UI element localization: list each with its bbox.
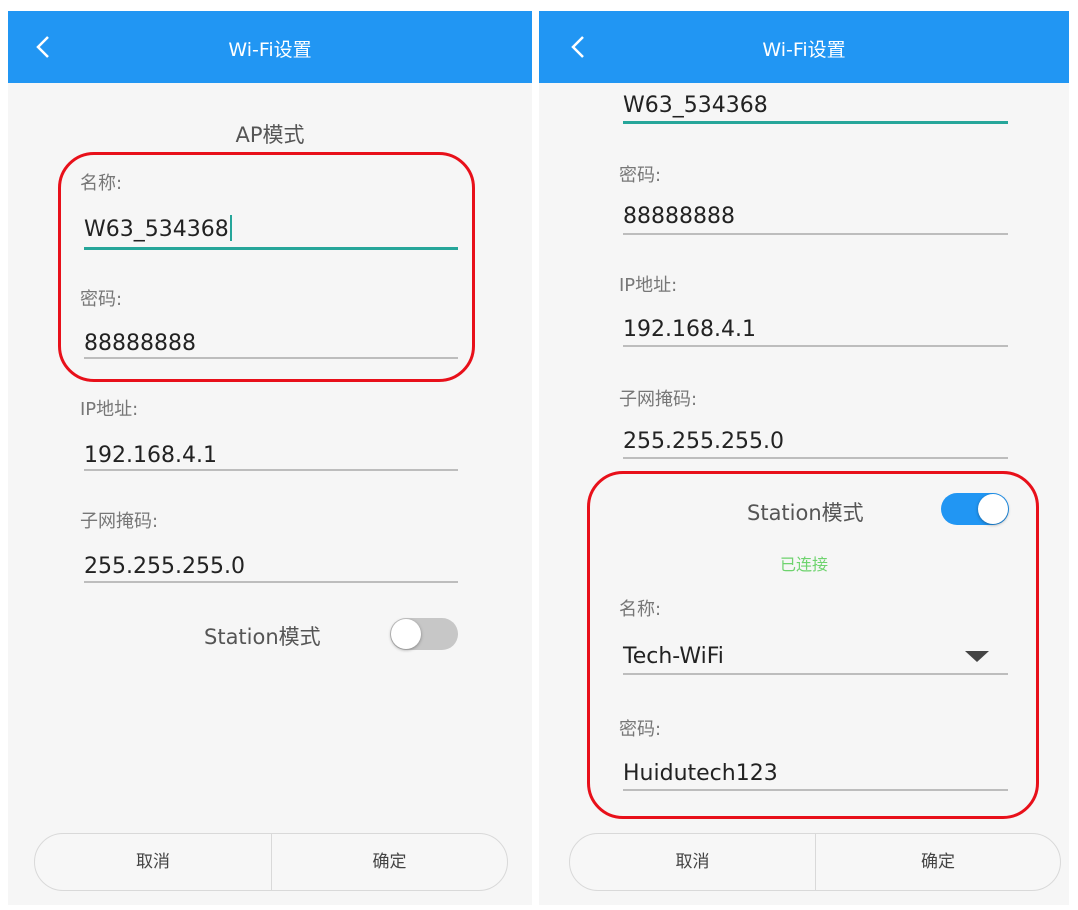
ip-label: IP地址: bbox=[619, 275, 678, 296]
station-password-value: Huidutech123 bbox=[623, 761, 778, 786]
password-label: 密码: bbox=[619, 165, 662, 186]
station-mode-label: Station模式 bbox=[747, 501, 864, 525]
subnet-underline bbox=[623, 457, 1008, 459]
subnet-label: 子网掩码: bbox=[619, 389, 698, 410]
ssid-underline bbox=[623, 673, 1008, 675]
password-underline bbox=[623, 233, 1008, 235]
password-label: 密码: bbox=[80, 289, 123, 310]
station-password-label: 密码: bbox=[619, 719, 662, 740]
subnet-underline bbox=[84, 581, 458, 583]
text-cursor bbox=[229, 215, 232, 241]
ap-mode-title: AP模式 bbox=[235, 123, 305, 147]
password-underline bbox=[84, 357, 458, 359]
station-name-label: 名称: bbox=[619, 599, 662, 620]
page-title: Wi-Fi设置 bbox=[228, 39, 312, 61]
subnet-value: 255.255.255.0 bbox=[84, 554, 245, 579]
ip-underline bbox=[623, 345, 1008, 347]
subnet-value: 255.255.255.0 bbox=[623, 429, 784, 454]
name-value: W63_534368 bbox=[623, 93, 768, 118]
action-bar: 取消 确定 bbox=[34, 833, 508, 891]
top-bar: Wi-Fi设置 bbox=[539, 11, 1069, 83]
page-title: Wi-Fi设置 bbox=[762, 39, 846, 61]
password-value: 88888888 bbox=[84, 331, 196, 356]
name-underline bbox=[623, 121, 1008, 124]
ip-value: 192.168.4.1 bbox=[84, 443, 217, 468]
cancel-button[interactable]: 取消 bbox=[570, 834, 815, 890]
toggle-knob bbox=[978, 494, 1008, 524]
confirm-button[interactable]: 确定 bbox=[272, 834, 507, 890]
password-value: 88888888 bbox=[623, 204, 735, 229]
name-value: W63_534368 bbox=[84, 217, 229, 242]
name-label: 名称: bbox=[80, 173, 123, 194]
confirm-button[interactable]: 确定 bbox=[816, 834, 1060, 890]
name-underline bbox=[84, 247, 458, 250]
action-bar: 取消 确定 bbox=[569, 833, 1061, 891]
ip-label: IP地址: bbox=[80, 399, 139, 420]
right-screen: W63_534368 Wi-Fi设置 密码: 88888888 IP地址: 19… bbox=[539, 11, 1069, 905]
station-mode-toggle[interactable] bbox=[390, 618, 458, 650]
station-mode-toggle[interactable] bbox=[941, 493, 1009, 525]
toggle-knob bbox=[391, 619, 421, 649]
cancel-button[interactable]: 取消 bbox=[35, 834, 271, 890]
dropdown-arrow-icon bbox=[965, 651, 989, 662]
ip-value: 192.168.4.1 bbox=[623, 317, 756, 342]
ip-underline bbox=[84, 469, 458, 471]
ssid-value: Tech-WiFi bbox=[623, 644, 724, 669]
station-mode-label: Station模式 bbox=[204, 625, 321, 649]
subnet-label: 子网掩码: bbox=[80, 511, 159, 532]
top-bar: Wi-Fi设置 bbox=[8, 11, 532, 83]
station-password-underline bbox=[623, 789, 1008, 791]
left-screen: Wi-Fi设置 AP模式 名称: W63_534368 密码: 88888888… bbox=[8, 11, 532, 905]
connection-status: 已连接 bbox=[779, 555, 828, 574]
